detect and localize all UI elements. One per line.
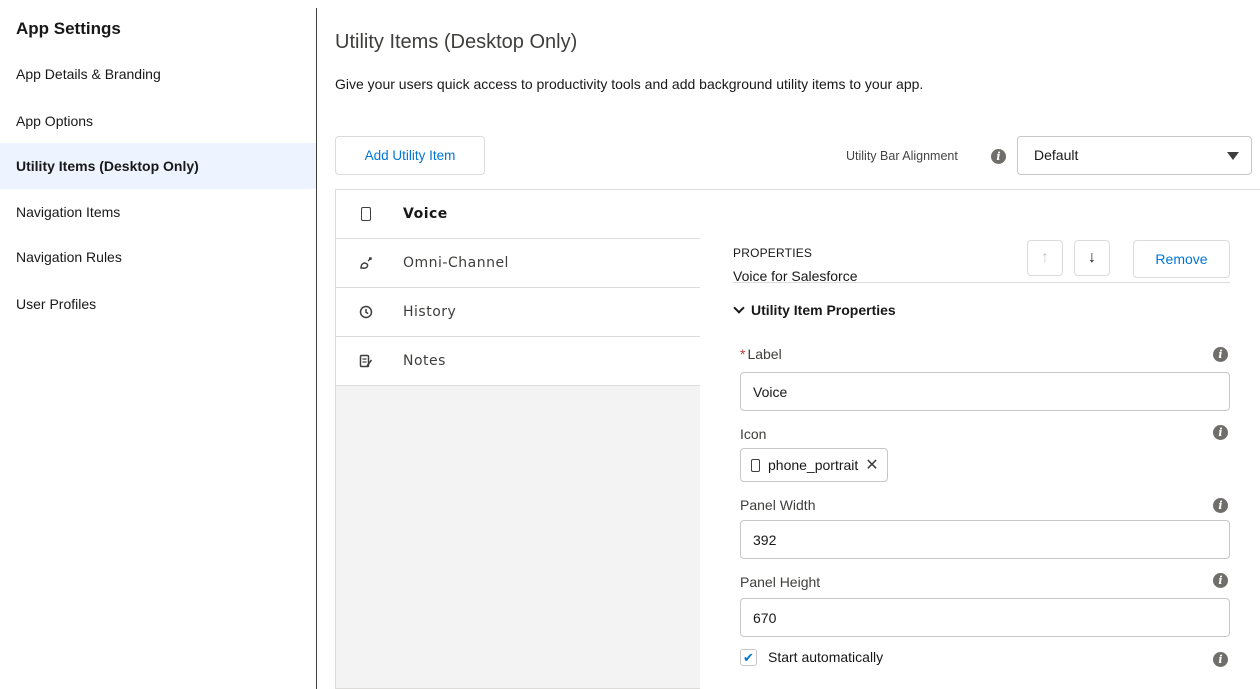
info-icon[interactable]: i [1213,573,1228,588]
sidebar-item-utility-items[interactable]: Utility Items (Desktop Only) [0,143,316,189]
icon-field-label: Icon [740,426,767,442]
panel-height-label: Panel Height [740,574,821,590]
info-icon[interactable]: i [1213,498,1228,513]
utility-bar-alignment-select[interactable]: Default [1017,136,1252,175]
panel-height-input[interactable] [740,598,1230,637]
arrow-down-icon: ↓ [1088,249,1096,266]
sidebar-item-app-options[interactable]: App Options [0,98,316,144]
utility-item-label: Voice [403,206,448,222]
page-title: Utility Items (Desktop Only) [335,31,578,53]
alignment-selected-value: Default [1034,147,1079,163]
utility-item-notes[interactable]: Notes [336,337,700,386]
section-title: Utility Item Properties [751,302,896,318]
remove-button[interactable]: Remove [1133,240,1230,278]
move-down-button[interactable]: ↓ [1074,240,1110,276]
sidebar-item-navigation-rules[interactable]: Navigation Rules [0,234,316,280]
phone-portrait-icon [751,458,760,472]
label-field-label: * Label [740,346,782,362]
omni-channel-icon [358,255,374,271]
sidebar-item-navigation-items[interactable]: Navigation Items [0,189,316,235]
icon-pill[interactable]: phone_portrait ✕ [740,448,888,482]
move-up-button[interactable]: ↑ [1027,240,1063,276]
panel-width-input[interactable] [740,520,1230,559]
caret-down-icon [1227,152,1239,160]
start-automatically-checkbox[interactable]: ✔ [740,649,757,666]
utility-bar-alignment-label: Utility Bar Alignment [846,149,958,163]
icon-pill-value: phone_portrait [768,457,859,473]
label-input[interactable] [740,372,1230,411]
properties-caption: PROPERTIES [733,246,813,260]
sidebar-item-user-profiles[interactable]: User Profiles [0,281,316,327]
sidebar-divider [316,8,317,689]
add-utility-item-button[interactable]: Add Utility Item [335,136,485,175]
utility-item-list: Voice Omni-Channel History Notes [335,189,700,689]
utility-item-label: Notes [403,353,446,369]
panel-width-label: Panel Width [740,497,816,513]
required-marker: * [740,346,746,362]
phone-portrait-icon [358,206,374,222]
sidebar: App Settings App Details & Branding App … [0,0,316,689]
utility-item-voice[interactable]: Voice [336,190,700,239]
arrow-up-icon: ↑ [1041,249,1049,266]
close-icon[interactable]: ✕ [865,455,878,475]
page-description: Give your users quick access to producti… [335,76,924,92]
info-icon[interactable]: i [1213,347,1228,362]
sidebar-item-app-details-branding[interactable]: App Details & Branding [0,51,316,97]
clock-icon [358,304,374,320]
utility-item-properties-section-toggle[interactable]: Utility Item Properties [733,302,896,318]
info-icon[interactable]: i [1213,425,1228,440]
info-icon[interactable]: i [991,149,1006,164]
properties-divider [733,282,1230,283]
info-icon[interactable]: i [1213,652,1228,667]
utility-item-label: Omni-Channel [403,255,509,271]
sidebar-title: App Settings [16,19,121,38]
utility-item-label: History [403,304,457,320]
start-automatically-label: Start automatically [768,649,884,665]
notes-icon [358,353,374,369]
utility-item-omni-channel[interactable]: Omni-Channel [336,239,700,288]
utility-item-history[interactable]: History [336,288,700,337]
checkmark-icon: ✔ [743,649,754,665]
chevron-down-icon [733,302,745,314]
